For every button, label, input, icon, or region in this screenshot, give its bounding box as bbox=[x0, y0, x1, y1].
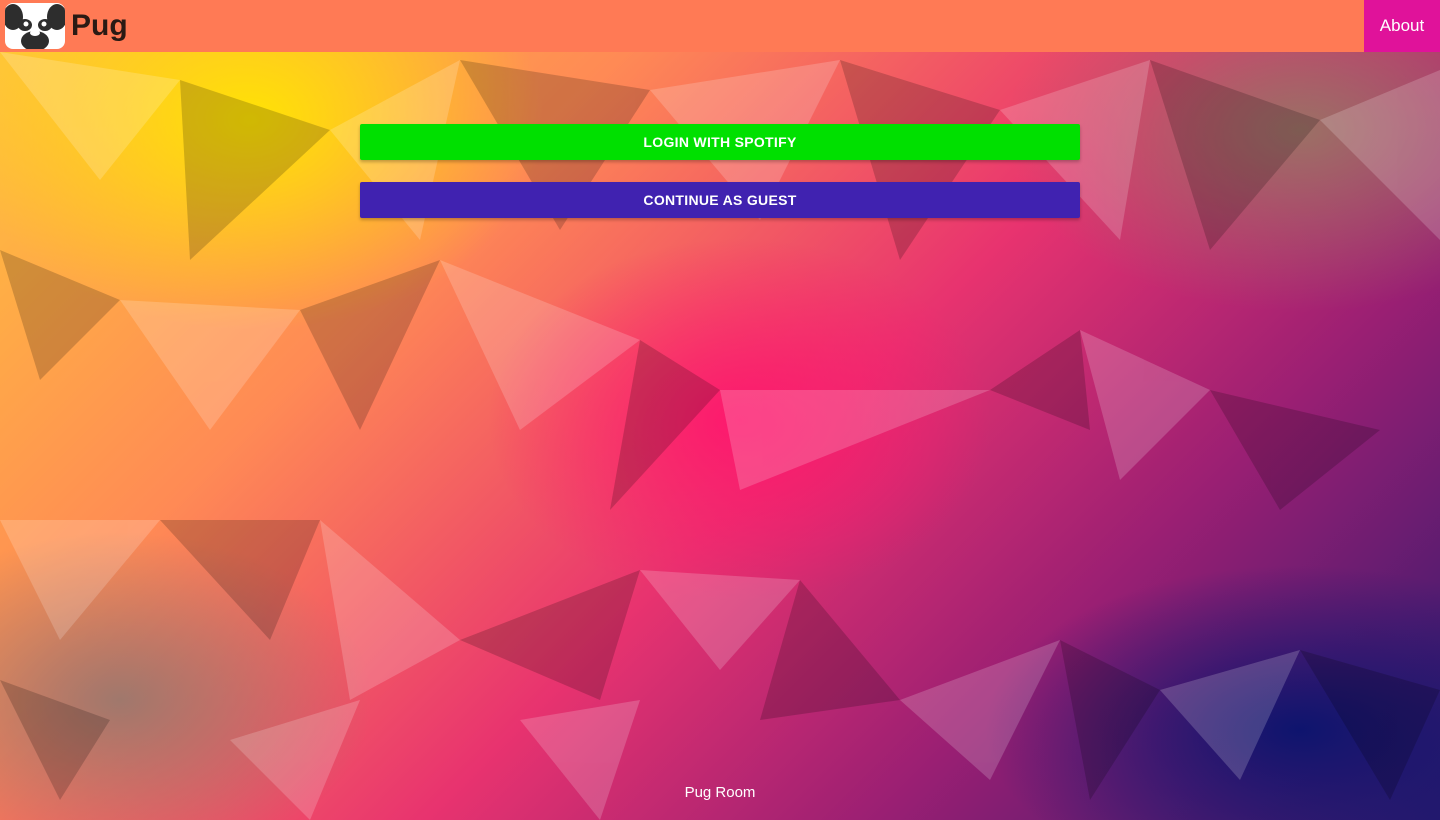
low-poly-background bbox=[0, 0, 1440, 820]
continue-as-guest-button[interactable]: CONTINUE AS GUEST bbox=[360, 182, 1080, 218]
page: Pug About LOGIN WITH SPOTIFY CONTINUE AS… bbox=[0, 0, 1440, 820]
top-navigation-bar: Pug About bbox=[0, 0, 1440, 52]
about-link[interactable]: About bbox=[1364, 0, 1440, 52]
footer-text: Pug Room bbox=[684, 784, 756, 801]
pug-face-icon bbox=[5, 3, 65, 49]
background-facets bbox=[0, 52, 1440, 820]
app-name: Pug bbox=[71, 9, 128, 42]
brand[interactable]: Pug bbox=[0, 0, 128, 52]
login-with-spotify-button[interactable]: LOGIN WITH SPOTIFY bbox=[360, 124, 1080, 160]
